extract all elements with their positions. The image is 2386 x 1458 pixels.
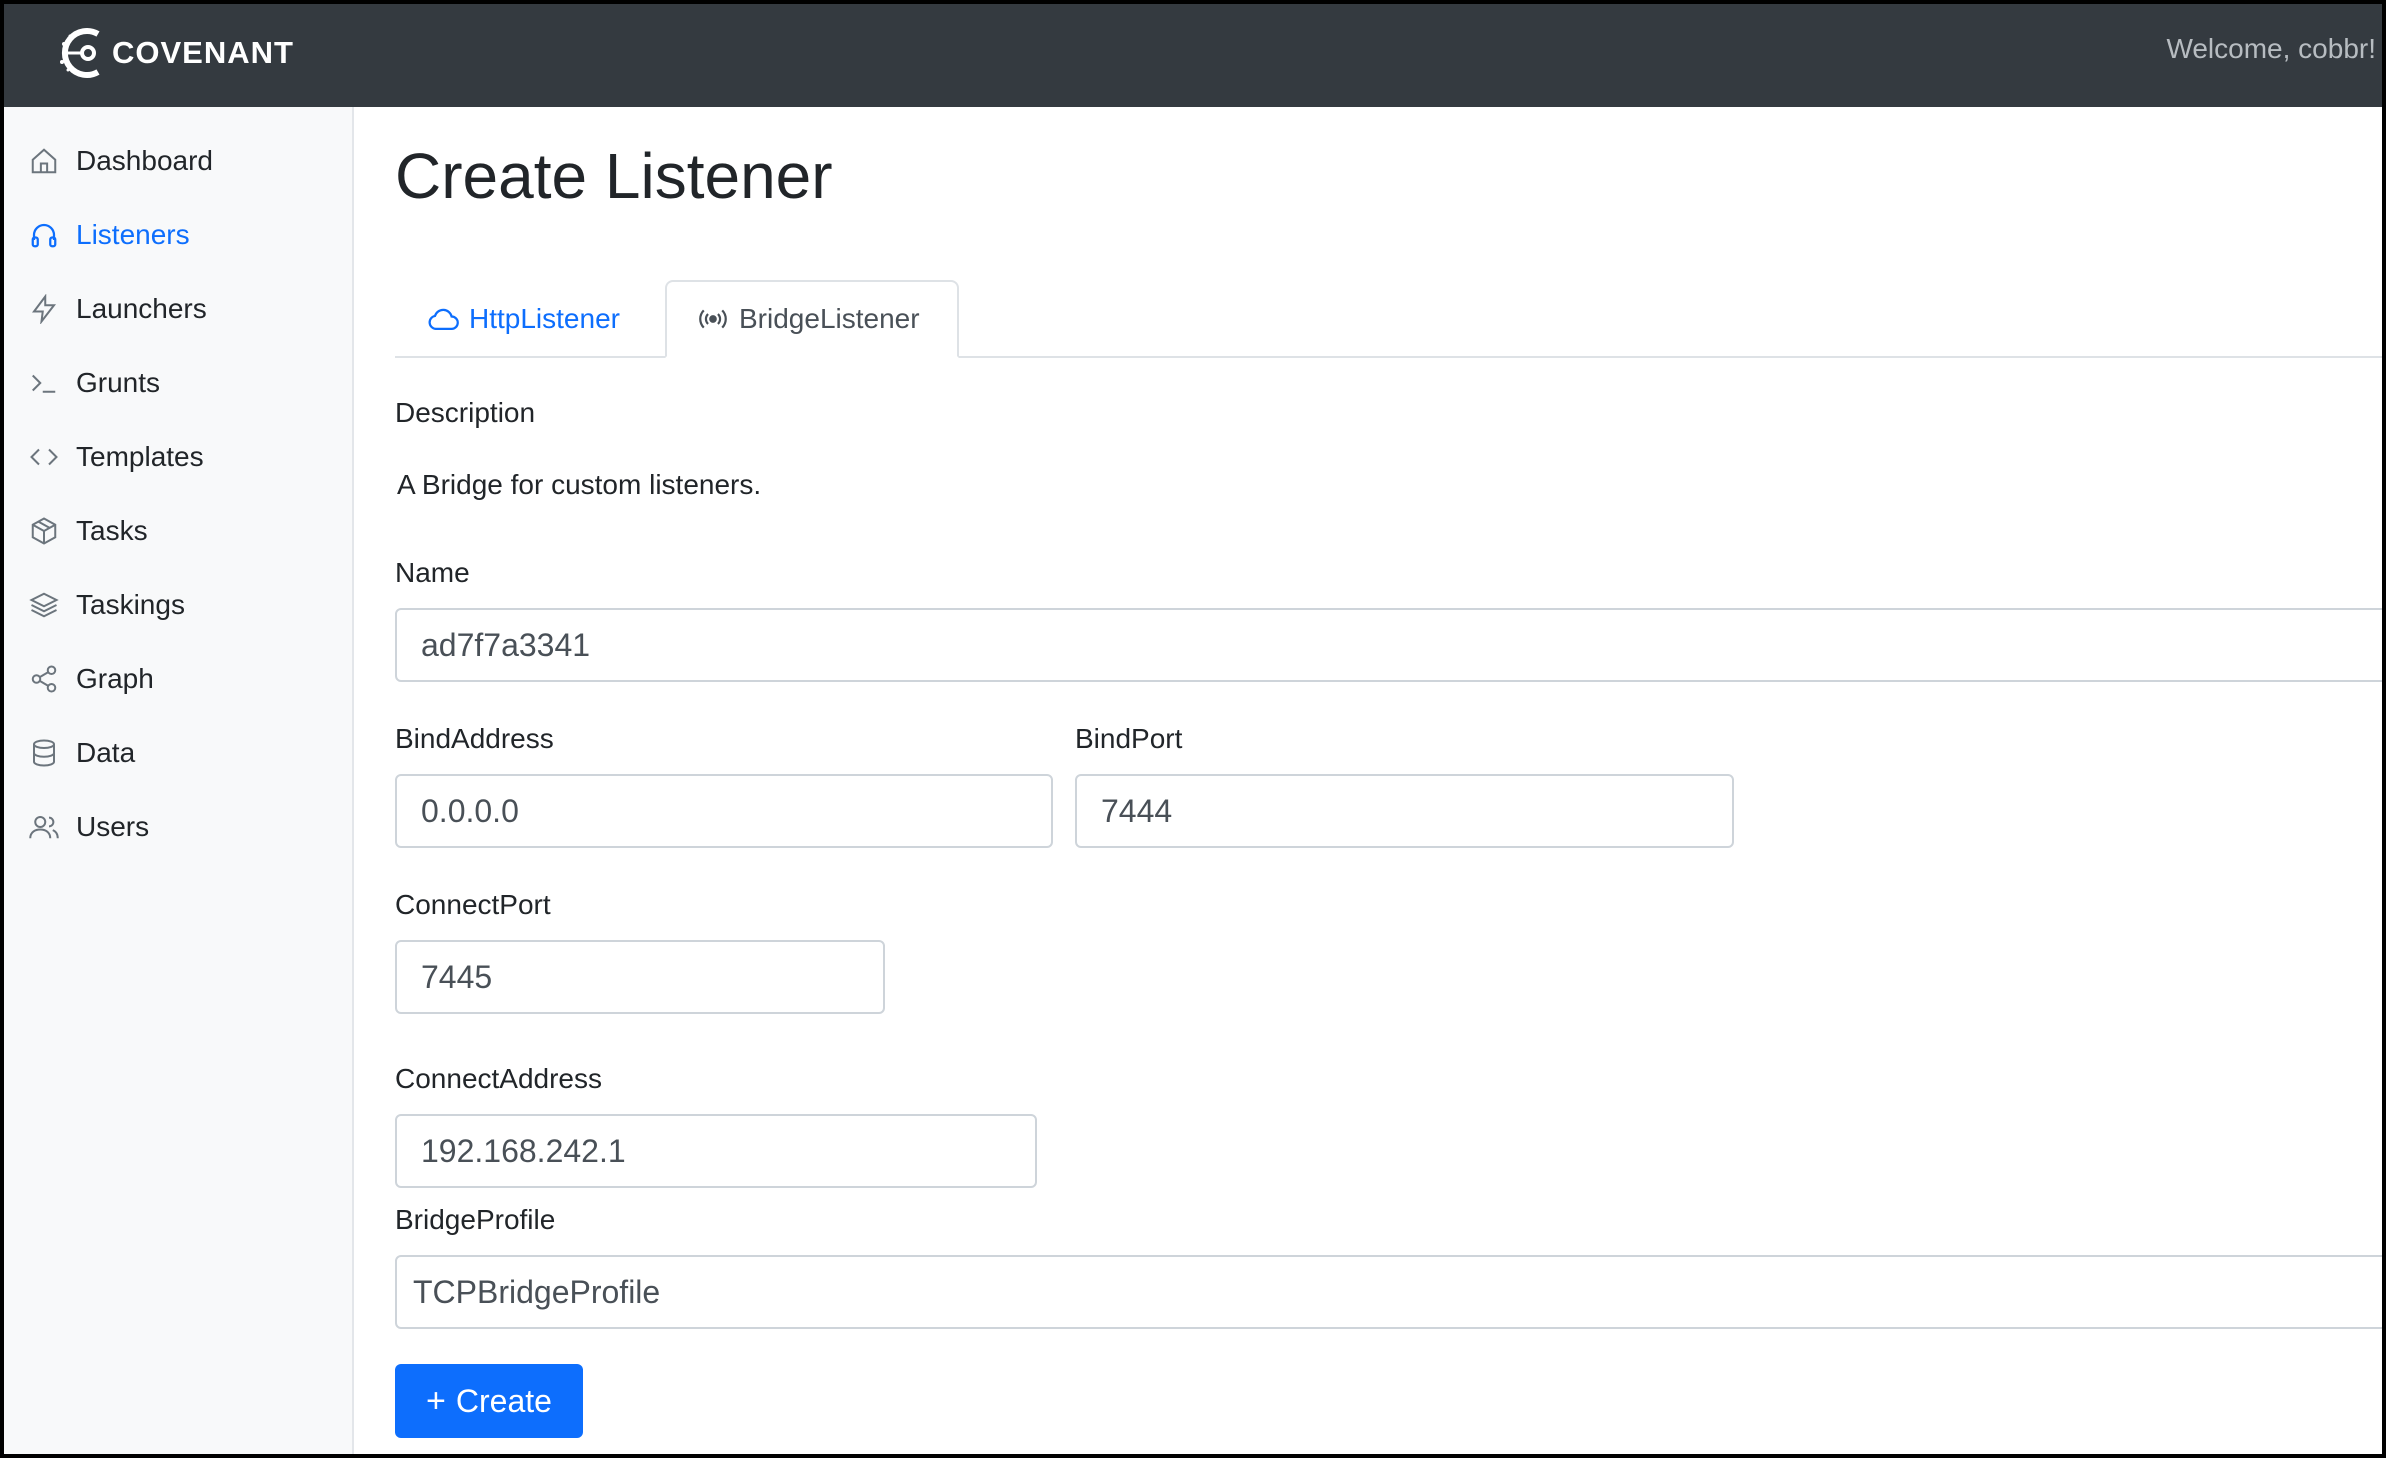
sidebar-item-label: Data	[76, 737, 136, 768]
bindaddress-field[interactable]: 0.0.0.0	[395, 774, 1053, 848]
database-icon	[28, 737, 60, 769]
top-navbar: COVENANT Welcome, cobbr!	[0, 0, 2386, 107]
sidebar-item-label: Tasks	[76, 515, 148, 546]
tab-bridgelistener[interactable]: BridgeListener	[665, 280, 959, 358]
sidebar-item-graph[interactable]: Graph	[28, 653, 154, 705]
connectaddress-label: ConnectAddress	[395, 1063, 603, 1094]
sidebar-item-listeners[interactable]: Listeners	[28, 209, 190, 261]
bindport-label: BindPort	[1075, 723, 1183, 754]
sidebar: Dashboard Listeners Launchers Grunts Tem…	[0, 107, 354, 1458]
sidebar-item-label: Templates	[76, 441, 204, 472]
sidebar-item-label: Taskings	[76, 589, 185, 620]
code-icon	[28, 441, 60, 473]
bridgeprofile-select[interactable]: TCPBridgeProfile	[395, 1255, 2386, 1329]
plus-icon: +	[426, 1381, 446, 1420]
tab-httplistener[interactable]: HttpListener	[395, 280, 671, 358]
description-text: A Bridge for custom listeners.	[397, 469, 762, 500]
tab-label: HttpListener	[469, 303, 620, 334]
sidebar-item-label: Grunts	[76, 367, 161, 398]
sidebar-item-taskings[interactable]: Taskings	[28, 579, 185, 631]
bindport-field[interactable]: 7444	[1075, 774, 1734, 848]
brand-name: COVENANT	[112, 35, 294, 70]
share-icon	[28, 663, 60, 695]
name-label: Name	[395, 557, 470, 588]
tab-label: BridgeListener	[739, 303, 920, 334]
name-field[interactable]: ad7f7a3341	[395, 608, 2386, 682]
sidebar-item-launchers[interactable]: Launchers	[28, 283, 207, 335]
home-icon	[28, 145, 60, 177]
sidebar-item-label: Listeners	[76, 219, 190, 250]
page-title: Create Listener	[395, 140, 833, 212]
bindaddress-label: BindAddress	[395, 723, 554, 754]
box-icon	[28, 515, 60, 547]
lightning-icon	[28, 293, 60, 325]
create-button[interactable]: + Create	[395, 1364, 583, 1438]
create-button-label: Create	[455, 1382, 552, 1419]
sidebar-item-label: Launchers	[76, 293, 207, 324]
broadcast-icon	[697, 306, 729, 332]
terminal-icon	[28, 367, 60, 399]
welcome-text[interactable]: Welcome, cobbr!	[2166, 33, 2376, 65]
covenant-logo-icon	[60, 28, 100, 78]
connectport-field[interactable]: 7445	[395, 940, 885, 1014]
sidebar-item-data[interactable]: Data	[28, 727, 135, 779]
cloud-icon	[427, 306, 459, 332]
sidebar-item-label: Users	[76, 811, 150, 842]
sidebar-item-label: Dashboard	[76, 145, 213, 176]
brand-logo[interactable]: COVENANT	[58, 22, 294, 84]
layers-icon	[28, 589, 60, 621]
users-icon	[28, 811, 60, 843]
sidebar-item-dashboard[interactable]: Dashboard	[28, 135, 213, 187]
sidebar-item-grunts[interactable]: Grunts	[28, 357, 160, 409]
main-content: Create Listener HttpListener BridgeListe…	[354, 107, 2386, 1458]
sidebar-item-label: Graph	[76, 663, 154, 694]
sidebar-item-tasks[interactable]: Tasks	[28, 505, 148, 557]
sidebar-item-users[interactable]: Users	[28, 801, 149, 853]
bridgeprofile-label: BridgeProfile	[395, 1204, 556, 1235]
connectaddress-field[interactable]: 192.168.242.1	[395, 1114, 1037, 1188]
description-label: Description	[395, 397, 536, 428]
headphones-icon	[28, 219, 60, 251]
sidebar-item-templates[interactable]: Templates	[28, 431, 204, 483]
connectport-label: ConnectPort	[395, 889, 551, 920]
